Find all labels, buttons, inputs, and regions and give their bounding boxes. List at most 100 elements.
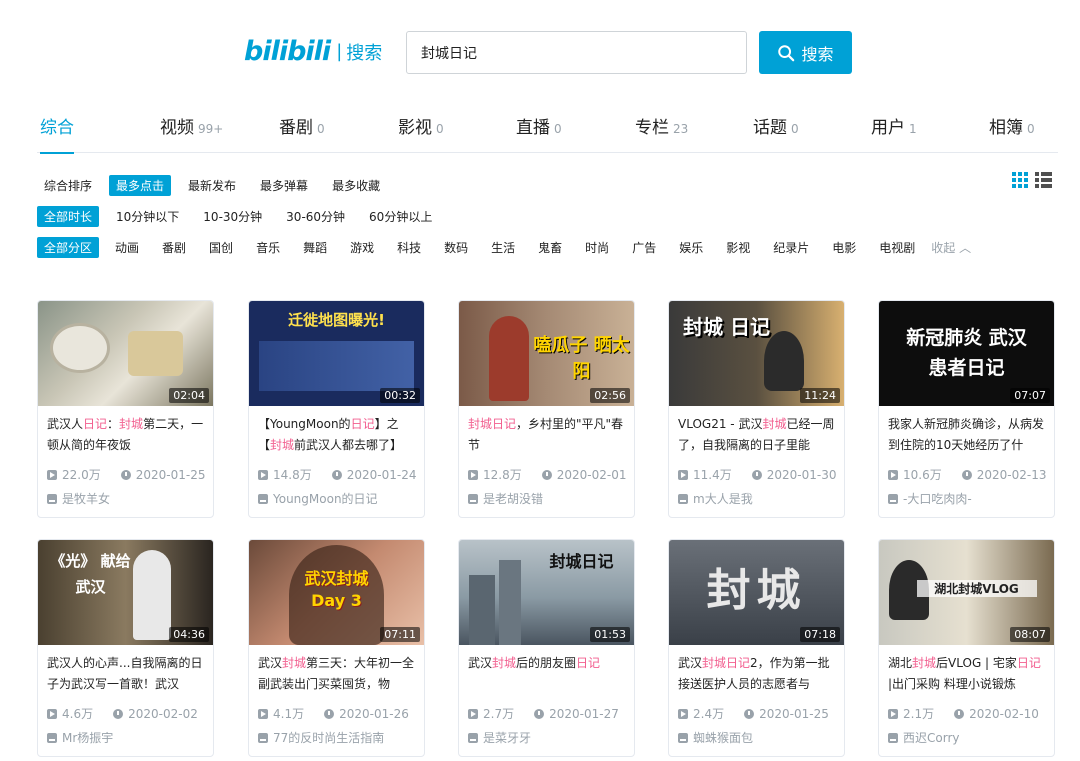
uploader-link[interactable]: -大口吃肉肉-: [888, 490, 972, 507]
zone-item[interactable]: 影视: [719, 237, 757, 258]
video-title[interactable]: 我家人新冠肺炎确诊，从病发到住院的10天她经历了什: [888, 414, 1048, 456]
tab-count: 0: [1027, 122, 1035, 136]
uploader-link[interactable]: m大人是我: [678, 490, 753, 507]
video-thumbnail[interactable]: 《光》 献给 武汉 04:36: [38, 540, 213, 645]
video-title[interactable]: 【YoungMoon的日记】之【封城前武汉人都去哪了】: [258, 414, 418, 456]
tab-count: 0: [791, 122, 799, 136]
video-thumbnail[interactable]: 湖北封城VLOG 08:07: [879, 540, 1054, 645]
uploader-link[interactable]: 西迟Corry: [888, 729, 959, 746]
zone-item[interactable]: 数码: [437, 237, 475, 258]
sort-default[interactable]: 综合排序: [37, 175, 99, 196]
clock-icon: [120, 469, 131, 480]
uploader-link[interactable]: 是菜牙牙: [468, 729, 531, 746]
zone-item[interactable]: 舞蹈: [296, 237, 334, 258]
duration-30-60[interactable]: 30-60分钟: [279, 206, 352, 227]
clock-icon: [534, 708, 545, 719]
upload-date: 2020-01-26: [339, 706, 409, 721]
zone-item[interactable]: 番剧: [155, 237, 193, 258]
list-view-icon[interactable]: [1035, 172, 1052, 188]
title-text: 武汉人: [47, 417, 84, 431]
video-card[interactable]: 封城日记 01:53 武汉封城后的朋友圈日记 2.7万 2020-01-27 是菜…: [458, 539, 635, 757]
video-card[interactable]: 02:04 武汉人日记：封城第二天，一顿从简的年夜饭 22.0万 2020-01-…: [37, 300, 214, 518]
video-title[interactable]: 武汉人日记：封城第二天，一顿从简的年夜饭: [47, 414, 207, 456]
zone-item[interactable]: 电视剧: [872, 237, 922, 258]
tab-bangumi[interactable]: 番剧 0: [279, 113, 325, 153]
zone-item[interactable]: 娱乐: [672, 237, 710, 258]
upload-date: 2020-02-02: [128, 706, 198, 721]
uploader-link[interactable]: 是牧羊女: [47, 490, 110, 507]
zone-collapse-button[interactable]: 收起 ︿: [931, 239, 971, 256]
video-thumbnail[interactable]: 封城日记 01:53: [459, 540, 634, 645]
video-card[interactable]: 嗑瓜子 晒太阳 02:56 封城日记，乡村里的"平凡"春节 12.8万 2020-…: [458, 300, 635, 518]
zone-item[interactable]: 广告: [625, 237, 663, 258]
tab-video[interactable]: 视频 99+: [160, 113, 223, 153]
search-button[interactable]: 搜索: [759, 31, 852, 74]
video-thumbnail[interactable]: 嗑瓜子 晒太阳 02:56: [459, 301, 634, 406]
video-title[interactable]: 武汉封城第三天：大年初一全副武装出门买菜囤货，物: [258, 653, 418, 695]
zone-item[interactable]: 电影: [825, 237, 863, 258]
uploader-link[interactable]: YoungMoon的日记: [258, 490, 378, 507]
tab-live[interactable]: 直播 0: [516, 113, 562, 153]
duration-over-60[interactable]: 60分钟以上: [362, 206, 439, 227]
uploader-link[interactable]: 是老胡没错: [468, 490, 543, 507]
zone-item[interactable]: 动画: [108, 237, 146, 258]
zone-item[interactable]: 科技: [390, 237, 428, 258]
video-thumbnail[interactable]: 迁徙地图曝光! 00:32: [249, 301, 424, 406]
sort-newest[interactable]: 最新发布: [181, 175, 243, 196]
video-card[interactable]: 《光》 献给 武汉 04:36 武汉人的心声...自我隔离的日子为武汉写一首歌！…: [37, 539, 214, 757]
video-card[interactable]: 封城 07:18 武汉封城日记2，作为第一批接送医护人员的志愿者与 2.4万 20…: [668, 539, 845, 757]
video-title[interactable]: VLOG21 - 武汉封城已经一周了，自我隔离的日子里能: [678, 414, 838, 456]
tab-user[interactable]: 用户 1: [871, 113, 917, 153]
uploader-icon: [468, 493, 478, 504]
uploader-link[interactable]: 77的反时尚生活指南: [258, 729, 384, 746]
title-highlight: 日记: [576, 656, 601, 670]
video-title[interactable]: 武汉封城后的朋友圈日记: [468, 653, 628, 695]
video-title[interactable]: 武汉人的心声...自我隔离的日子为武汉写一首歌！武汉: [47, 653, 207, 695]
video-meta: 11.4万 2020-01-30: [678, 466, 836, 483]
video-card[interactable]: 武汉封城 Day 3 07:11 武汉封城第三天：大年初一全副武装出门买菜囤货，…: [248, 539, 425, 757]
tab-count: 99+: [198, 122, 224, 136]
sort-most-danmaku[interactable]: 最多弹幕: [253, 175, 315, 196]
zone-item[interactable]: 游戏: [343, 237, 381, 258]
video-card[interactable]: 湖北封城VLOG 08:07 湖北封城后VLOG | 宅家日记 |出门采购 料理…: [878, 539, 1055, 757]
tab-topic[interactable]: 话题 0: [753, 113, 799, 153]
video-thumbnail[interactable]: 新冠肺炎 武汉患者日记 07:07: [879, 301, 1054, 406]
uploader-link[interactable]: Mr杨振宇: [47, 729, 113, 746]
video-thumbnail[interactable]: 封城 日记 11:24: [669, 301, 844, 406]
grid-view-icon[interactable]: [1012, 172, 1029, 188]
zone-all[interactable]: 全部分区: [37, 237, 100, 258]
zone-item[interactable]: 音乐: [249, 237, 287, 258]
title-highlight: 封城: [492, 656, 517, 670]
video-title[interactable]: 武汉封城日记2，作为第一批接送医护人员的志愿者与: [678, 653, 838, 695]
thumbnail-caption: 封城日记: [549, 552, 614, 571]
tab-movie[interactable]: 影视 0: [398, 113, 444, 153]
video-card[interactable]: 新冠肺炎 武汉患者日记 07:07 我家人新冠肺炎确诊，从病发到住院的10天她经…: [878, 300, 1055, 518]
uploader-link[interactable]: 蜘蛛猴面包: [678, 729, 753, 746]
duration-all[interactable]: 全部时长: [37, 206, 100, 227]
tab-album[interactable]: 相簿 0: [989, 113, 1035, 153]
bilibili-logo[interactable]: bilibili | 搜索: [244, 36, 382, 67]
video-card[interactable]: 封城 日记 11:24 VLOG21 - 武汉封城已经一周了，自我隔离的日子里能…: [668, 300, 845, 518]
zone-item[interactable]: 纪录片: [766, 237, 816, 258]
title-highlight: 日记: [350, 417, 375, 431]
zone-item[interactable]: 时尚: [578, 237, 616, 258]
video-thumbnail[interactable]: 封城 07:18: [669, 540, 844, 645]
tab-article[interactable]: 专栏 23: [635, 113, 688, 153]
video-card[interactable]: 迁徙地图曝光! 00:32 【YoungMoon的日记】之【封城前武汉人都去哪了…: [248, 300, 425, 518]
sort-most-favorites[interactable]: 最多收藏: [325, 175, 387, 196]
zone-item[interactable]: 鬼畜: [531, 237, 569, 258]
clock-icon: [324, 708, 335, 719]
duration-under-10[interactable]: 10分钟以下: [109, 206, 186, 227]
zone-item[interactable]: 国创: [202, 237, 240, 258]
video-title[interactable]: 封城日记，乡村里的"平凡"春节: [468, 414, 628, 456]
search-input[interactable]: 封城日记: [406, 31, 747, 74]
tab-label: 用户: [871, 118, 905, 138]
video-title[interactable]: 湖北封城后VLOG | 宅家日记 |出门采购 料理小说锻炼: [888, 653, 1048, 695]
view-count: 22.0万: [62, 468, 101, 482]
duration-10-30[interactable]: 10-30分钟: [196, 206, 269, 227]
zone-item[interactable]: 生活: [484, 237, 522, 258]
video-thumbnail[interactable]: 02:04: [38, 301, 213, 406]
tab-all[interactable]: 综合: [40, 113, 74, 154]
video-thumbnail[interactable]: 武汉封城 Day 3 07:11: [249, 540, 424, 645]
sort-most-clicks[interactable]: 最多点击: [109, 175, 172, 196]
